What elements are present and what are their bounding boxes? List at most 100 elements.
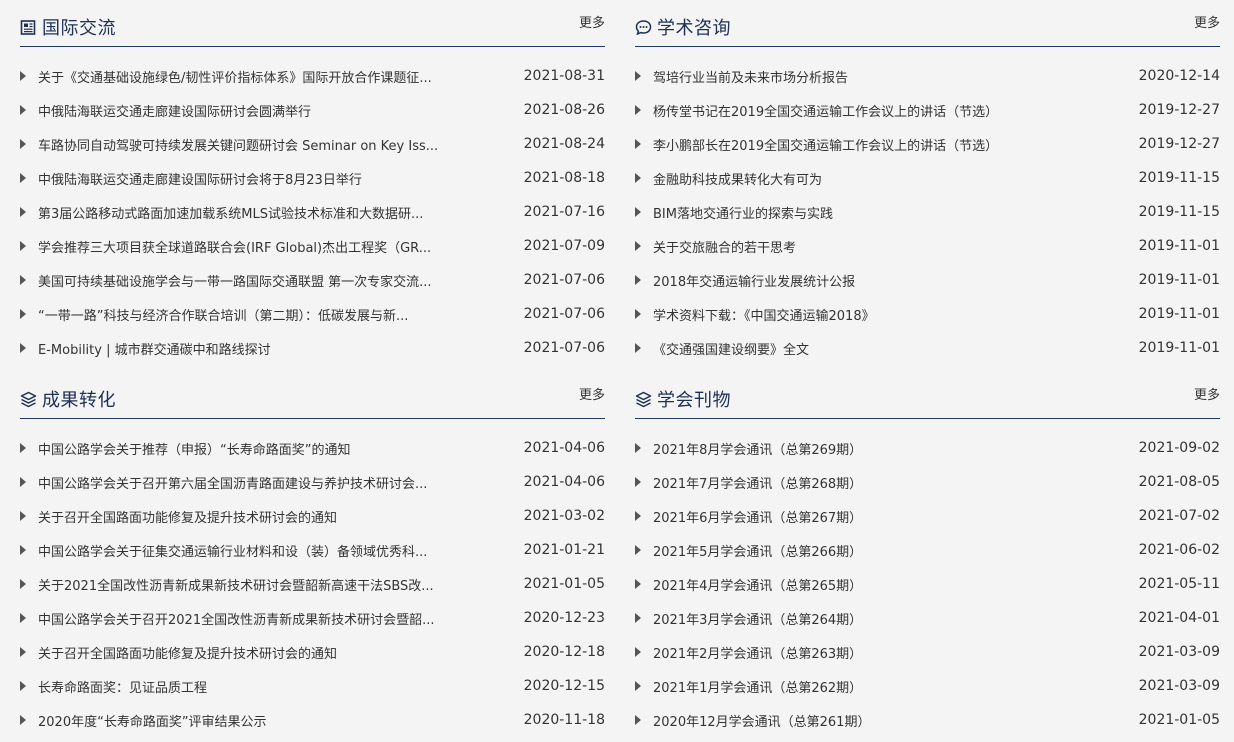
item-date: 2021-06-02: [1138, 542, 1220, 558]
caret-right-icon: [20, 207, 26, 217]
item-title[interactable]: E-Mobility | 城市群交通碳中和路线探讨: [38, 339, 271, 358]
item-title[interactable]: 关于召开全国路面功能修复及提升技术研讨会的通知: [38, 507, 337, 526]
list-item[interactable]: 2020年度“长寿命路面奖”评审结果公示 2020-11-18: [20, 703, 605, 737]
item-title[interactable]: 2021年8月学会通讯（总第269期）: [653, 439, 862, 458]
list-item[interactable]: BIM落地交通行业的探索与实践 2019-11-15: [635, 195, 1220, 229]
item-date: 2021-03-02: [523, 508, 605, 524]
caret-right-icon: [635, 511, 641, 521]
item-date: 2019-11-15: [1138, 204, 1220, 220]
item-title[interactable]: 车路协同自动驾驶可持续发展关键问题研讨会 Seminar on Key Iss.…: [38, 135, 438, 154]
newspaper-icon: [20, 19, 37, 36]
item-title[interactable]: 驾培行业当前及未来市场分析报告: [653, 67, 848, 86]
item-title[interactable]: 金融助科技成果转化大有可为: [653, 169, 822, 188]
list-item[interactable]: 中国公路学会关于召开第六届全国沥青路面建设与养护技术研讨会... 2021-04-…: [20, 465, 605, 499]
caret-right-icon: [635, 647, 641, 657]
item-title[interactable]: 中国公路学会关于推荐（申报）“长寿命路面奖”的通知: [38, 439, 350, 458]
list-item[interactable]: 2021年5月学会通讯（总第266期） 2021-06-02: [635, 533, 1220, 567]
item-title[interactable]: 2021年1月学会通讯（总第262期）: [653, 677, 862, 696]
layers-icon: [20, 391, 37, 408]
item-title[interactable]: 长寿命路面奖：见证品质工程: [38, 677, 207, 696]
chat-bubble-icon: [635, 19, 652, 36]
list-item[interactable]: 金融助科技成果转化大有可为 2019-11-15: [635, 161, 1220, 195]
item-title[interactable]: 中国公路学会关于征集交通运输行业材料和设（装）备领域优秀科...: [38, 541, 427, 560]
item-title[interactable]: 2018年交通运输行业发展统计公报: [653, 271, 855, 290]
more-link[interactable]: 更多: [1194, 12, 1220, 31]
item-title[interactable]: 2020年12月学会通讯（总第261期）: [653, 711, 870, 730]
more-link[interactable]: 更多: [579, 12, 605, 31]
item-title[interactable]: 2021年2月学会通讯（总第263期）: [653, 643, 862, 662]
list-item[interactable]: 2021年1月学会通讯（总第262期） 2021-03-09: [635, 669, 1220, 703]
item-title[interactable]: “一带一路”科技与经济合作联合培训（第二期）：低碳发展与新...: [38, 305, 408, 324]
panel-international: 国际交流 更多 关于《交通基础设施绿色/韧性评价指标体系》国际开放合作课题征..…: [20, 0, 605, 365]
list-item[interactable]: 学会推荐三大项目获全球道路联合会(IRF Global)杰出工程奖（GR... 2…: [20, 229, 605, 263]
list-item[interactable]: 车路协同自动驾驶可持续发展关键问题研讨会 Seminar on Key Iss.…: [20, 127, 605, 161]
caret-right-icon: [635, 443, 641, 453]
caret-right-icon: [635, 309, 641, 319]
item-title[interactable]: 中国公路学会关于召开第六届全国沥青路面建设与养护技术研讨会...: [38, 473, 427, 492]
item-date: 2021-05-11: [1138, 576, 1220, 592]
item-date: 2021-08-24: [523, 136, 605, 152]
item-title[interactable]: 关于2021全国改性沥青新成果新技术研讨会暨韶新高速干法SBS改...: [38, 575, 434, 594]
list-item[interactable]: 长寿命路面奖：见证品质工程 2020-12-15: [20, 669, 605, 703]
caret-right-icon: [635, 139, 641, 149]
list-item[interactable]: 中俄陆海联运交通走廊建设国际研讨会将于8月23日举行 2021-08-18: [20, 161, 605, 195]
list-item[interactable]: 中俄陆海联运交通走廊建设国际研讨会圆满举行 2021-08-26: [20, 93, 605, 127]
item-title[interactable]: 关于交旅融合的若干思考: [653, 237, 796, 256]
item-title[interactable]: 2021年3月学会通讯（总第264期）: [653, 609, 862, 628]
caret-right-icon: [635, 579, 641, 589]
list-item[interactable]: 驾培行业当前及未来市场分析报告 2020-12-14: [635, 59, 1220, 93]
item-title[interactable]: 2021年6月学会通讯（总第267期）: [653, 507, 862, 526]
list-item[interactable]: 关于召开全国路面功能修复及提升技术研讨会的通知 2021-03-02: [20, 499, 605, 533]
panel-title-wrap: 学会刊物: [635, 386, 731, 412]
item-date: 2021-08-18: [523, 170, 605, 186]
list-item[interactable]: “一带一路”科技与经济合作联合培训（第二期）：低碳发展与新... 2021-07-…: [20, 297, 605, 331]
item-title[interactable]: 第3届公路移动式路面加速加载系统MLS试验技术标准和大数据研...: [38, 203, 423, 222]
list-item[interactable]: E-Mobility | 城市群交通碳中和路线探讨 2021-07-06: [20, 331, 605, 365]
list-item[interactable]: 2021年3月学会通讯（总第264期） 2021-04-01: [635, 601, 1220, 635]
list-item[interactable]: 学术资料下载：《中国交通运输2018》 2019-11-01: [635, 297, 1220, 331]
item-title[interactable]: 《交通强国建设纲要》全文: [653, 339, 809, 358]
item-title[interactable]: 中俄陆海联运交通走廊建设国际研讨会圆满举行: [38, 101, 311, 120]
item-title[interactable]: 2021年4月学会通讯（总第265期）: [653, 575, 862, 594]
item-date: 2021-01-05: [523, 576, 605, 592]
list-item[interactable]: 杨传堂书记在2019全国交通运输工作会议上的讲话（节选） 2019-12-27: [635, 93, 1220, 127]
item-title[interactable]: 李小鹏部长在2019全国交通运输工作会议上的讲话（节选）: [653, 135, 998, 154]
list-item[interactable]: 2018年交通运输行业发展统计公报 2019-11-01: [635, 263, 1220, 297]
item-title[interactable]: 中俄陆海联运交通走廊建设国际研讨会将于8月23日举行: [38, 169, 362, 188]
item-title[interactable]: 学会推荐三大项目获全球道路联合会(IRF Global)杰出工程奖（GR...: [38, 237, 431, 256]
item-title[interactable]: 关于召开全国路面功能修复及提升技术研讨会的通知: [38, 643, 337, 662]
caret-right-icon: [20, 241, 26, 251]
list-item[interactable]: 2021年2月学会通讯（总第263期） 2021-03-09: [635, 635, 1220, 669]
item-title[interactable]: 学术资料下载：《中国交通运输2018》: [653, 305, 875, 324]
list-item[interactable]: 2021年4月学会通讯（总第265期） 2021-05-11: [635, 567, 1220, 601]
item-title[interactable]: 2021年7月学会通讯（总第268期）: [653, 473, 862, 492]
list-item[interactable]: 第3届公路移动式路面加速加载系统MLS试验技术标准和大数据研... 2021-07…: [20, 195, 605, 229]
item-title[interactable]: 2021年5月学会通讯（总第266期）: [653, 541, 862, 560]
panel-title: 学术咨询: [657, 18, 731, 39]
list-item[interactable]: 中国公路学会关于推荐（申报）“长寿命路面奖”的通知 2021-04-06: [20, 431, 605, 465]
list-item[interactable]: 关于《交通基础设施绿色/韧性评价指标体系》国际开放合作课题征... 2021-08…: [20, 59, 605, 93]
item-title[interactable]: 美国可持续基础设施学会与一带一路国际交通联盟 第一次专家交流...: [38, 271, 432, 290]
list-item[interactable]: 2021年6月学会通讯（总第267期） 2021-07-02: [635, 499, 1220, 533]
panel-header: 成果转化 更多: [20, 372, 605, 419]
list-item[interactable]: 2021年8月学会通讯（总第269期） 2021-09-02: [635, 431, 1220, 465]
item-title[interactable]: 关于《交通基础设施绿色/韧性评价指标体系》国际开放合作课题征...: [38, 67, 432, 86]
list-item[interactable]: 关于召开全国路面功能修复及提升技术研讨会的通知 2020-12-18: [20, 635, 605, 669]
list-item[interactable]: 中国公路学会关于征集交通运输行业材料和设（装）备领域优秀科... 2021-01-…: [20, 533, 605, 567]
list-item[interactable]: 中国公路学会关于召开2021全国改性沥青新成果新技术研讨会暨韶... 2020-1…: [20, 601, 605, 635]
list-item[interactable]: 2020年12月学会通讯（总第261期） 2021-01-05: [635, 703, 1220, 737]
more-link[interactable]: 更多: [1194, 384, 1220, 403]
list-item[interactable]: 关于交旅融合的若干思考 2019-11-01: [635, 229, 1220, 263]
list-item[interactable]: 《交通强国建设纲要》全文 2019-11-01: [635, 331, 1220, 365]
item-title[interactable]: 2020年度“长寿命路面奖”评审结果公示: [38, 711, 267, 730]
more-link[interactable]: 更多: [579, 384, 605, 403]
item-title[interactable]: BIM落地交通行业的探索与实践: [653, 203, 833, 222]
panel-title-wrap: 成果转化: [20, 386, 116, 412]
item-title[interactable]: 杨传堂书记在2019全国交通运输工作会议上的讲话（节选）: [653, 101, 998, 120]
list-item[interactable]: 美国可持续基础设施学会与一带一路国际交通联盟 第一次专家交流... 2021-07…: [20, 263, 605, 297]
list-item[interactable]: 关于2021全国改性沥青新成果新技术研讨会暨韶新高速干法SBS改... 2021-…: [20, 567, 605, 601]
caret-right-icon: [635, 613, 641, 623]
list-item[interactable]: 李小鹏部长在2019全国交通运输工作会议上的讲话（节选） 2019-12-27: [635, 127, 1220, 161]
list-item[interactable]: 2021年7月学会通讯（总第268期） 2021-08-05: [635, 465, 1220, 499]
item-title[interactable]: 中国公路学会关于召开2021全国改性沥青新成果新技术研讨会暨韶...: [38, 609, 434, 628]
